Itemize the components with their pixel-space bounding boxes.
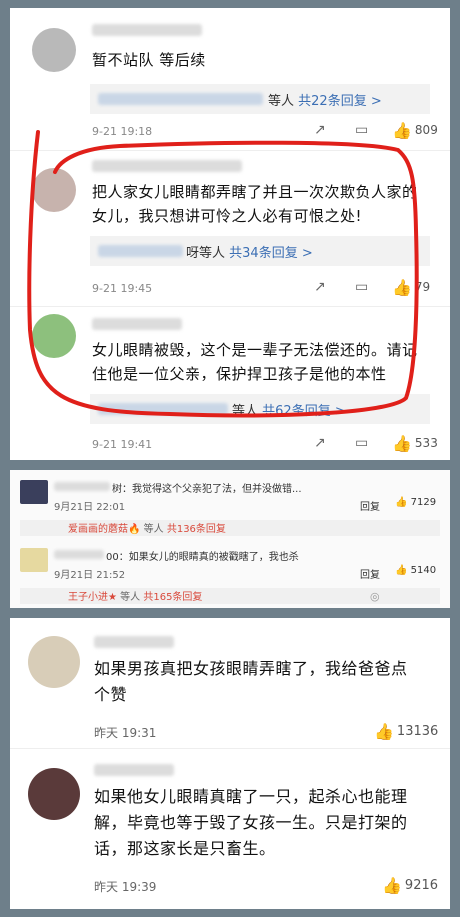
avatar[interactable] [20, 548, 48, 572]
like-count: 13136 [396, 724, 439, 739]
comment-text: 女儿眼睛被毁，这个是一辈子无法偿还的。请记住他是一位父亲，保护捍卫孩子是他的本性 [92, 341, 418, 383]
watermark: ◎ [370, 590, 380, 603]
comment-time: 昨天 19:39 [94, 880, 157, 894]
username-blurred[interactable] [94, 764, 174, 776]
reply-suffix: 等人 [232, 404, 259, 419]
avatar[interactable] [20, 480, 48, 504]
avatar[interactable] [32, 28, 76, 72]
reply-count-link[interactable]: 共34条回复 > [229, 246, 313, 261]
reply-suffix: 等人 [143, 524, 164, 535]
reply-suffix: 等人 [120, 592, 141, 603]
like-count: 533 [414, 436, 438, 450]
reply-count-link[interactable]: 共22条回复 > [298, 94, 382, 109]
like-button[interactable]: 👍 809 [392, 121, 438, 140]
reply-user[interactable]: 王子小进 [68, 592, 108, 603]
like-button[interactable]: 👍 533 [392, 434, 438, 453]
comment-text: 如果男孩真把女孩眼睛弄瞎了，我给爸爸点个赞 [94, 659, 408, 704]
comment-time: 9-21 19:41 [92, 438, 153, 451]
like-count: 79 [414, 280, 431, 294]
thumb-up-icon: 👍 [392, 278, 412, 297]
thumb-up-icon: 👍 [395, 497, 408, 508]
fire-icon: 🔥 [128, 524, 141, 535]
avatar[interactable] [28, 768, 80, 820]
like-count: 7129 [410, 497, 437, 508]
like-count: 809 [414, 123, 438, 137]
comment-time: 9月21日 22:01 [54, 502, 126, 513]
thumb-up-icon: 👍 [392, 434, 412, 453]
thumb-up-icon: 👍 [395, 565, 408, 576]
comment-text: 如果他女儿眼睛真瞎了一只，起杀心也能理解，毕竟也等于毁了女孩一生。只是打架的话，… [94, 787, 408, 858]
thumb-up-icon: 👍 [374, 722, 394, 741]
comment-time: 9-21 19:18 [92, 125, 153, 138]
comment-icon[interactable]: ▭ [355, 279, 368, 295]
comment-panel-2: 树：我觉得这个父亲犯了法，但并没做错... 9月21日 22:01 回复 👍 7… [10, 470, 450, 608]
comment-text: 把人家女儿眼睛都弄瞎了并且一次次欺负人家的女儿，我只想讲可怜之人必有可恨之处! [92, 183, 418, 225]
thumb-up-icon: 👍 [382, 876, 402, 895]
like-button[interactable]: 👍 79 [392, 278, 430, 297]
comment-panel-1: 暂不站队 等后续 等人 共22条回复 > 9-21 19:18 ↗ ▭ 👍 809… [10, 8, 450, 460]
share-icon[interactable]: ↗ [314, 122, 326, 138]
share-icon[interactable]: ↗ [314, 279, 326, 295]
reply-suffix: 等人 [268, 94, 295, 109]
avatar[interactable] [32, 314, 76, 358]
like-count: 5140 [410, 565, 437, 576]
reply-summary[interactable]: 等人 共22条回复 > [90, 84, 430, 114]
comment-time: 9-21 19:45 [92, 282, 153, 295]
reply-button[interactable]: 回复 [360, 566, 380, 581]
comment-icon[interactable]: ▭ [355, 435, 368, 451]
comment-time: 9月21日 21:52 [54, 570, 126, 581]
comment-icon[interactable]: ▭ [355, 122, 368, 138]
reply-user[interactable]: 爱画画的蘑菇 [68, 524, 128, 535]
like-button[interactable]: 👍 13136 [374, 722, 438, 741]
comment-time: 昨天 19:31 [94, 726, 157, 740]
username-blurred[interactable] [92, 160, 242, 172]
username-blurred[interactable] [92, 24, 202, 36]
avatar[interactable] [28, 636, 80, 688]
username-blurred[interactable] [94, 636, 174, 648]
reply-summary[interactable]: 呀等人 共34条回复 > [90, 236, 430, 266]
comment-panel-3: 如果男孩真把女孩眼睛弄瞎了，我给爸爸点个赞 昨天 19:31 👍 13136 如果… [10, 618, 450, 909]
like-button[interactable]: 👍 9216 [382, 876, 438, 895]
reply-summary[interactable]: 等人 共62条回复 > [90, 394, 430, 424]
share-icon[interactable]: ↗ [314, 435, 326, 451]
comment-text: 树：我觉得这个父亲犯了法，但并没做错... [112, 484, 302, 495]
star-icon: ★ [108, 592, 117, 603]
comment-text: 00：如果女儿的眼睛真的被戳瞎了，我也杀 [106, 552, 299, 563]
thumb-up-icon: 👍 [392, 121, 412, 140]
avatar[interactable] [32, 168, 76, 212]
username-blurred[interactable] [54, 550, 104, 559]
reply-count-link[interactable]: 共165条回复 [143, 592, 202, 603]
like-button[interactable]: 👍 5140 [395, 565, 436, 576]
username-blurred[interactable] [54, 482, 110, 491]
reply-button[interactable]: 回复 [360, 498, 380, 513]
like-button[interactable]: 👍 7129 [395, 497, 436, 508]
reply-summary[interactable]: 爱画画的蘑菇🔥 等人 共136条回复 [20, 520, 440, 536]
username-blurred[interactable] [92, 318, 182, 330]
reply-count-link[interactable]: 共136条回复 [167, 524, 226, 535]
reply-count-link[interactable]: 共62条回复 > [262, 404, 346, 419]
reply-suffix: 呀等人 [186, 246, 226, 261]
like-count: 9216 [404, 878, 439, 893]
comment-text: 暂不站队 等后续 [92, 51, 206, 69]
